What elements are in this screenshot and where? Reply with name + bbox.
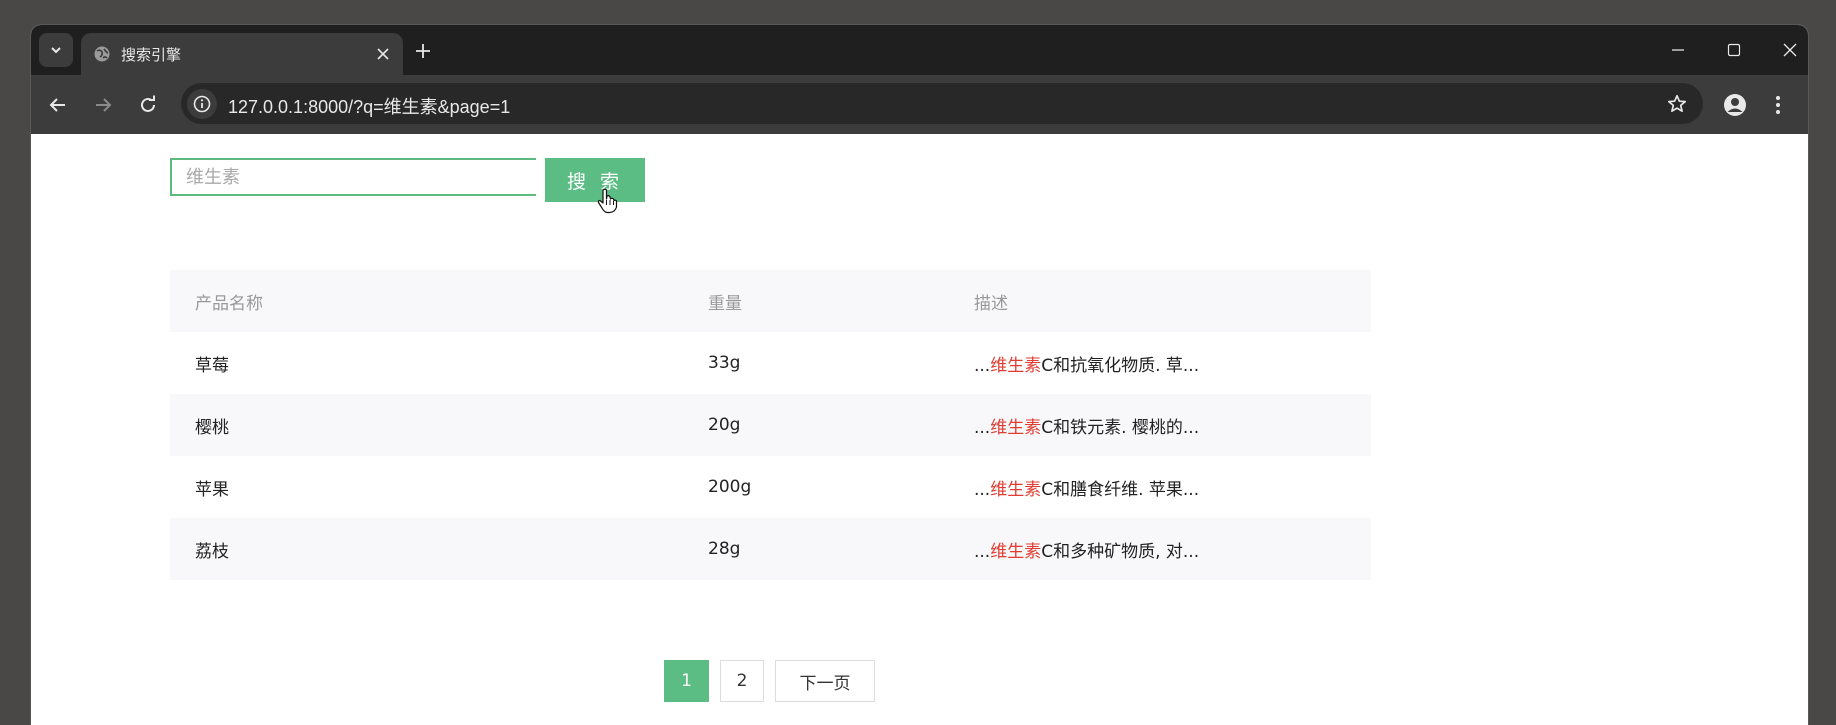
keyword-highlight: 维生素 — [990, 541, 1042, 562]
keyword-highlight: 维生素 — [990, 355, 1042, 376]
maximize-button[interactable] — [1721, 37, 1747, 63]
keyword-highlight: 维生素 — [990, 479, 1042, 500]
product-weight: 28g — [683, 518, 949, 580]
product-name: 荔枝 — [170, 518, 683, 580]
table-row: 荔枝 28g ...维生素C和多种矿物质, 对... — [170, 518, 1371, 580]
search-input[interactable] — [170, 158, 536, 196]
description-prefix: ... — [974, 541, 991, 562]
description-text: C和多种矿物质, 对... — [1041, 541, 1200, 562]
profile-button[interactable] — [1721, 91, 1749, 119]
url-text: 127.0.0.1:8000/?q=维生素&page=1 — [228, 97, 511, 117]
product-weight: 200g — [708, 477, 752, 497]
product-name: 草莓 — [195, 355, 229, 376]
results-table: 产品名称 重量 描述 草莓 33g ...维生素C和抗氧化物质. 草... 樱桃… — [170, 270, 1371, 580]
next-page-button[interactable]: 下一页 — [775, 660, 875, 702]
description-text: C和抗氧化物质. 草... — [1041, 355, 1200, 376]
table-header-row: 产品名称 重量 描述 — [170, 270, 1371, 332]
bookmark-button[interactable] — [1665, 92, 1689, 116]
tab-close-button[interactable] — [373, 44, 393, 64]
product-description: ...维生素C和膳食纤维. 苹果... — [949, 456, 1371, 518]
menu-button[interactable] — [1768, 91, 1788, 119]
tab-title: 搜索引擎 — [121, 46, 182, 64]
more-vert-icon — [1776, 96, 1780, 114]
close-icon — [1783, 43, 1797, 57]
product-name: 苹果 — [195, 479, 229, 500]
avatar-icon — [1724, 94, 1746, 116]
new-tab-button[interactable] — [411, 39, 435, 63]
column-header-description: 描述 — [949, 270, 1371, 332]
product-description: ...维生素C和抗氧化物质. 草... — [949, 332, 1371, 394]
maximize-icon — [1727, 43, 1741, 57]
tab-search-button[interactable] — [39, 33, 73, 67]
globe-icon — [94, 46, 110, 62]
reload-icon — [141, 95, 155, 112]
description-text: C和膳食纤维. 苹果... — [1041, 479, 1200, 500]
table-row: 苹果 200g ...维生素C和膳食纤维. 苹果... — [170, 456, 1371, 518]
browser-tab[interactable]: 搜索引擎 — [81, 33, 403, 75]
browser-toolbar: 127.0.0.1:8000/?q=维生素&page=1 — [31, 75, 1808, 134]
description-prefix: ... — [974, 355, 991, 376]
column-header-name: 产品名称 — [170, 270, 683, 332]
column-header-weight: 重量 — [683, 270, 949, 332]
description-prefix: ... — [974, 479, 991, 500]
product-description: ...维生素C和铁元素. 樱桃的... — [949, 394, 1371, 456]
browser-window: 搜索引擎 127.0.0.1:8000/?q=维生素&page=1 维生素 搜 … — [31, 25, 1808, 725]
product-name: 樱桃 — [170, 394, 683, 456]
hand-cursor-icon — [597, 188, 618, 214]
page-content: 搜 索 产品名称 重量 描述 草莓 33g ...维生素C和抗氧化物质. 草..… — [31, 134, 1808, 725]
table-row: 草莓 33g ...维生素C和抗氧化物质. 草... — [170, 332, 1371, 394]
description-text: C和铁元素. 樱桃的... — [1041, 417, 1200, 438]
minimize-icon — [1672, 49, 1684, 51]
reload-button[interactable] — [134, 91, 162, 119]
page-button-1[interactable]: 1 — [664, 660, 709, 702]
product-weight: 20g — [683, 394, 949, 456]
search-button[interactable]: 搜 索 — [545, 158, 645, 202]
forward-button[interactable] — [89, 91, 117, 119]
tab-strip: 搜索引擎 — [31, 25, 1808, 75]
address-bar[interactable]: 127.0.0.1:8000/?q=维生素&page=1 — [181, 83, 1703, 124]
page-button-2[interactable]: 2 — [720, 660, 764, 702]
close-icon — [377, 48, 389, 60]
star-icon — [1667, 94, 1687, 113]
site-info-button[interactable] — [187, 89, 217, 119]
back-button[interactable] — [44, 91, 72, 119]
close-window-button[interactable] — [1777, 37, 1803, 63]
table-row: 樱桃 20g ...维生素C和铁元素. 樱桃的... — [170, 394, 1371, 456]
chevron-down-icon — [51, 47, 61, 54]
product-description: ...维生素C和多种矿物质, 对... — [949, 518, 1371, 580]
product-weight: 33g — [708, 353, 741, 373]
keyword-highlight: 维生素 — [990, 417, 1042, 438]
arrow-left-icon — [49, 98, 65, 112]
minimize-button[interactable] — [1665, 37, 1691, 63]
arrow-right-icon — [96, 98, 112, 112]
plus-icon — [416, 44, 430, 58]
description-prefix: ... — [974, 417, 991, 438]
info-icon — [193, 95, 211, 113]
